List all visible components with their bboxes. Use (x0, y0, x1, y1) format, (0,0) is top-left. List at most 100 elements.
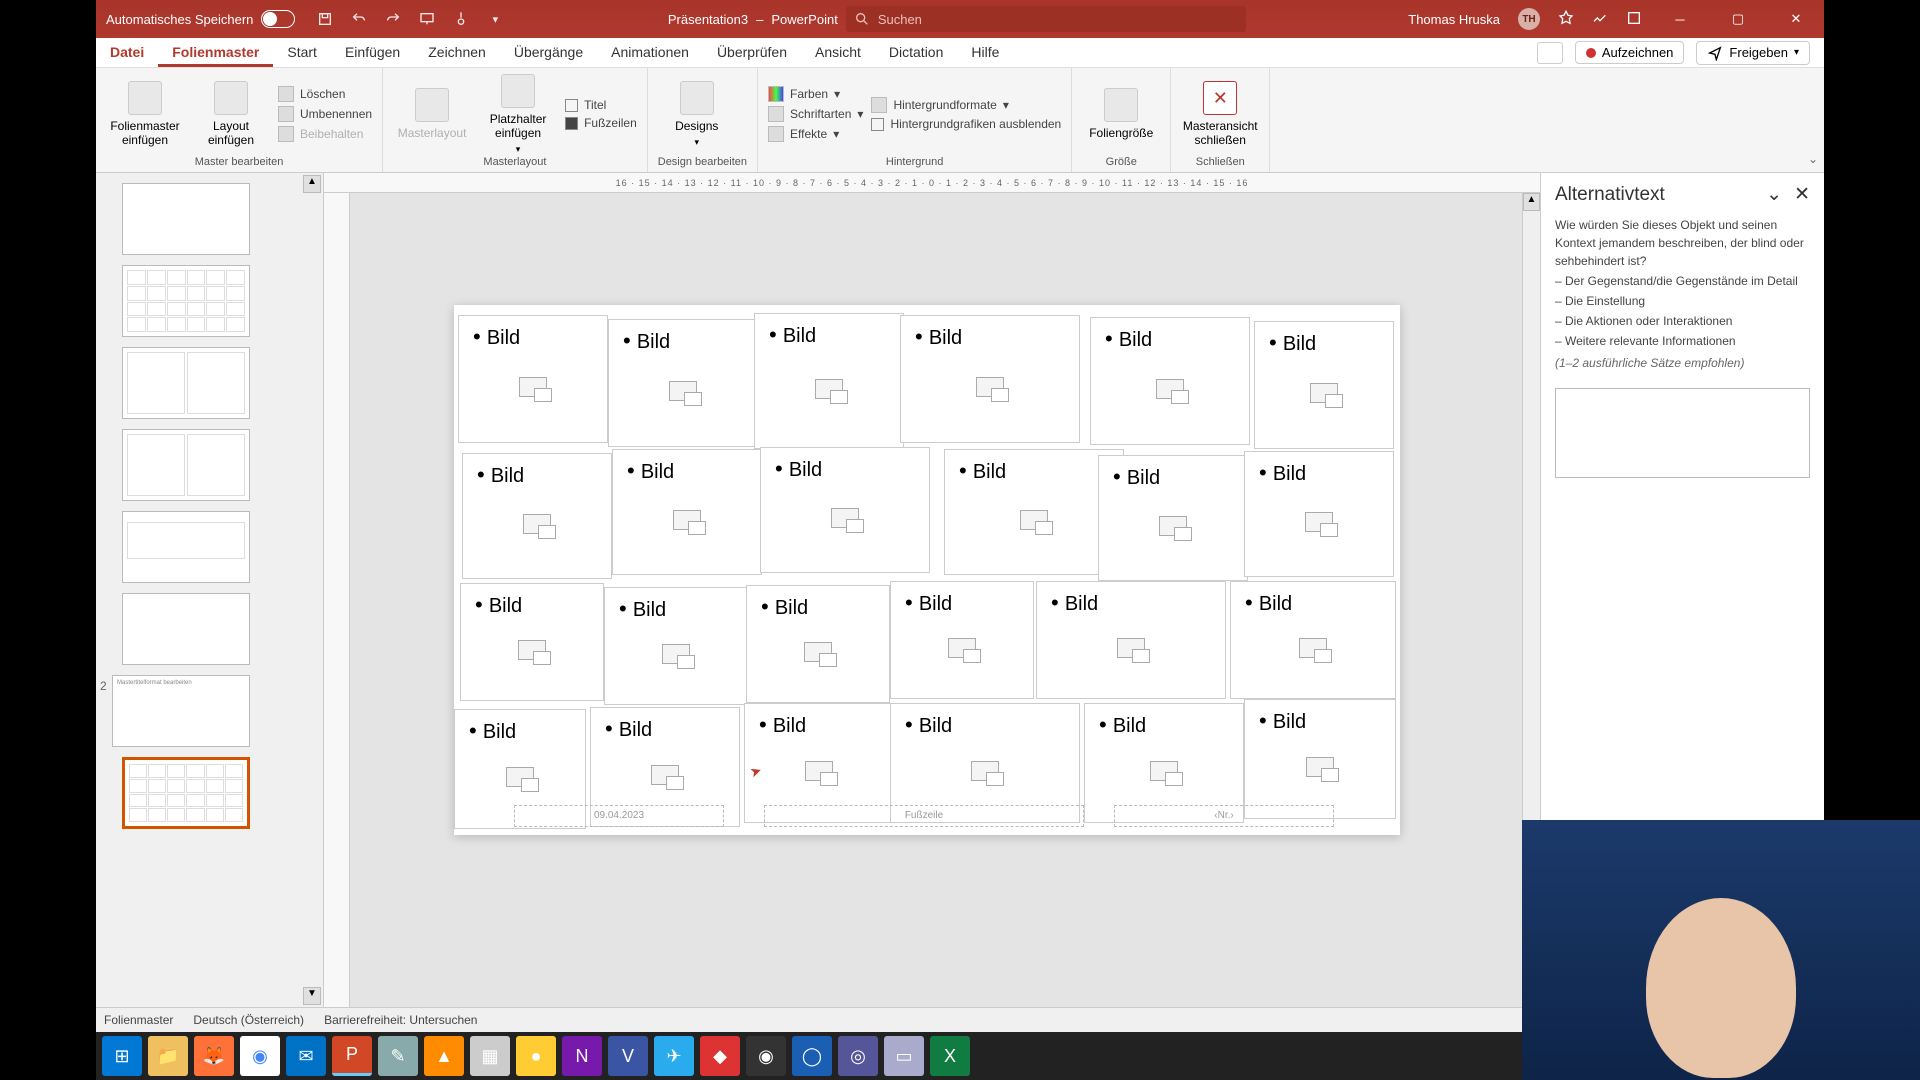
close-master-button[interactable]: ✕Masteransicht schließen (1181, 81, 1259, 147)
status-a11y[interactable]: Barrierefreiheit: Untersuchen (324, 1013, 477, 1027)
record-button[interactable]: Aufzeichnen (1575, 41, 1685, 64)
picture-placeholder[interactable]: Bild (1036, 581, 1226, 699)
insert-layout-button[interactable]: Layout einfügen (192, 81, 270, 147)
menu-datei[interactable]: Datei (96, 38, 158, 67)
minimize-button[interactable]: ─ (1660, 0, 1700, 38)
picture-placeholder[interactable]: Bild (612, 449, 762, 575)
menu-ueberpruefen[interactable]: Überprüfen (703, 38, 801, 67)
menu-uebergaenge[interactable]: Übergänge (500, 38, 597, 67)
close-button[interactable]: ✕ (1776, 0, 1816, 38)
fonts-button[interactable]: Schriftarten ▾ (768, 106, 863, 122)
app-icon[interactable]: ◆ (700, 1036, 740, 1076)
autosave-toggle[interactable] (261, 10, 295, 28)
touch-mode-icon[interactable] (451, 9, 471, 29)
thumbnail-panel[interactable]: ▲ 2 Mastertitelformat bearbeiten ▼ (96, 173, 324, 1007)
outlook-icon[interactable]: ✉ (286, 1036, 326, 1076)
app-icon[interactable]: ◎ (838, 1036, 878, 1076)
menu-ansicht[interactable]: Ansicht (801, 38, 875, 67)
qat-more-icon[interactable]: ▾ (485, 9, 505, 29)
hide-bg-checkbox[interactable]: Hintergrundgrafiken ausblenden (871, 117, 1061, 131)
vlc-icon[interactable]: ▲ (424, 1036, 464, 1076)
window-mode-icon[interactable] (1626, 10, 1642, 29)
save-icon[interactable] (315, 9, 335, 29)
menu-start[interactable]: Start (273, 38, 331, 67)
rename-button[interactable]: Umbenennen (278, 106, 372, 122)
date-placeholder[interactable]: 09.04.2023 (514, 805, 724, 827)
slide-size-button[interactable]: Foliengröße (1082, 88, 1160, 140)
designs-button[interactable]: Designs▾ (658, 81, 736, 148)
maximize-button[interactable]: ▢ (1718, 0, 1758, 38)
picture-placeholder[interactable]: Bild (900, 315, 1080, 443)
excel-icon[interactable]: X (930, 1036, 970, 1076)
user-avatar[interactable]: TH (1518, 8, 1540, 30)
powerpoint-icon[interactable]: P (332, 1036, 372, 1076)
explorer-icon[interactable]: 📁 (148, 1036, 188, 1076)
app-icon[interactable]: ✎ (378, 1036, 418, 1076)
title-checkbox[interactable]: Titel (565, 98, 637, 112)
layout-thumb-selected[interactable] (122, 757, 250, 829)
slideshow-icon[interactable] (417, 9, 437, 29)
footer-placeholder[interactable]: Fußzeile (764, 805, 1084, 827)
start-button[interactable]: ⊞ (102, 1036, 142, 1076)
picture-placeholder[interactable]: Bild (1090, 317, 1250, 445)
ribbon-collapse-icon[interactable]: ⌄ (1802, 146, 1824, 172)
slide-layout[interactable]: Bild Bild Bild Bild Bild Bild Bild Bild … (454, 305, 1400, 835)
insert-master-button[interactable]: Folienmaster einfügen (106, 81, 184, 147)
app-icon[interactable]: ◯ (792, 1036, 832, 1076)
pane-close-icon[interactable]: ✕ (1794, 183, 1810, 206)
picture-placeholder[interactable]: Bild (1098, 455, 1248, 581)
picture-placeholder[interactable]: Bild (458, 315, 608, 443)
thumb-scroll-down[interactable]: ▼ (303, 987, 321, 1005)
slide-canvas[interactable]: Bild Bild Bild Bild Bild Bild Bild Bild … (350, 193, 1522, 1007)
thumb-scroll-up[interactable]: ▲ (303, 175, 321, 193)
delete-button[interactable]: Löschen (278, 86, 372, 102)
app-icon[interactable]: ▦ (470, 1036, 510, 1076)
bg-formats-button[interactable]: Hintergrundformate ▾ (871, 97, 1061, 113)
menu-folienmaster[interactable]: Folienmaster (158, 38, 273, 67)
share-button[interactable]: Freigeben▾ (1696, 41, 1810, 65)
drawing-icon[interactable] (1592, 10, 1608, 29)
layout-thumb[interactable] (122, 511, 250, 583)
picture-placeholder[interactable]: Bild (460, 583, 604, 701)
menu-hilfe[interactable]: Hilfe (957, 38, 1013, 67)
master-thumb[interactable]: Mastertitelformat bearbeiten (112, 675, 250, 747)
picture-placeholder[interactable]: Bild (1230, 581, 1396, 699)
picture-placeholder[interactable]: Bild (462, 453, 612, 579)
picture-placeholder[interactable]: Bild (760, 447, 930, 573)
layout-thumb[interactable] (122, 429, 250, 501)
effects-button[interactable]: Effekte ▾ (768, 126, 863, 142)
pane-collapse-icon[interactable]: ⌄ (1766, 183, 1782, 206)
app-icon[interactable]: ▭ (884, 1036, 924, 1076)
premium-icon[interactable] (1558, 10, 1574, 29)
app-icon[interactable]: ● (516, 1036, 556, 1076)
picture-placeholder[interactable]: Bild (1244, 699, 1396, 819)
colors-button[interactable]: Farben ▾ (768, 86, 863, 102)
picture-placeholder[interactable]: Bild (608, 319, 758, 447)
picture-placeholder[interactable]: Bild (944, 449, 1124, 575)
footer-checkbox[interactable]: Fußzeilen (565, 116, 637, 130)
undo-icon[interactable] (349, 9, 369, 29)
layout-thumb[interactable] (122, 347, 250, 419)
picture-placeholder[interactable]: Bild (890, 581, 1034, 699)
slide-number-placeholder[interactable]: ‹Nr.› (1114, 805, 1334, 827)
telegram-icon[interactable]: ✈ (654, 1036, 694, 1076)
picture-placeholder[interactable]: Bild (746, 585, 890, 703)
menu-dictation[interactable]: Dictation (875, 38, 957, 67)
menu-animationen[interactable]: Animationen (597, 38, 703, 67)
visio-icon[interactable]: V (608, 1036, 648, 1076)
layout-thumb[interactable] (122, 183, 250, 255)
picture-placeholder[interactable]: Bild (604, 587, 748, 705)
redo-icon[interactable] (383, 9, 403, 29)
search-input[interactable]: Suchen (846, 6, 1246, 32)
menu-einfuegen[interactable]: Einfügen (331, 38, 414, 67)
alt-text-input[interactable] (1555, 388, 1810, 478)
status-lang[interactable]: Deutsch (Österreich) (193, 1013, 304, 1027)
picture-placeholder[interactable]: Bild (1254, 321, 1394, 449)
obs-icon[interactable]: ◉ (746, 1036, 786, 1076)
onenote-icon[interactable]: N (562, 1036, 602, 1076)
chrome-icon[interactable]: ◉ (240, 1036, 280, 1076)
user-name[interactable]: Thomas Hruska (1408, 12, 1500, 27)
picture-placeholder[interactable]: Bild (754, 313, 904, 449)
menu-zeichnen[interactable]: Zeichnen (414, 38, 500, 67)
scroll-up-icon[interactable]: ▲ (1523, 193, 1540, 211)
